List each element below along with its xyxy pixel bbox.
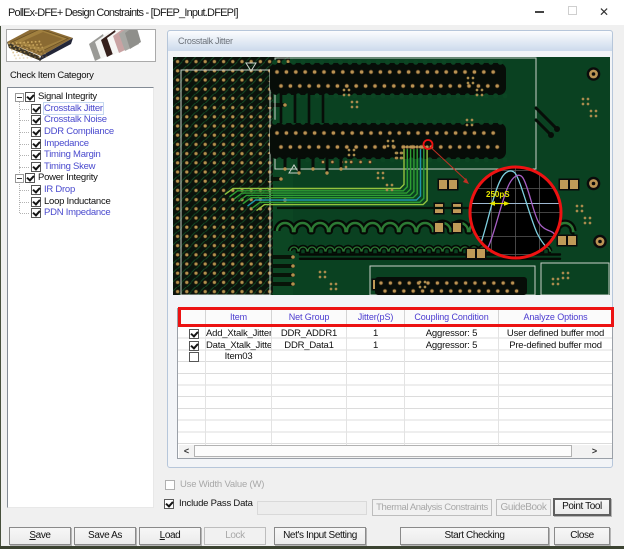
svg-text:250pS: 250pS: [486, 190, 510, 199]
